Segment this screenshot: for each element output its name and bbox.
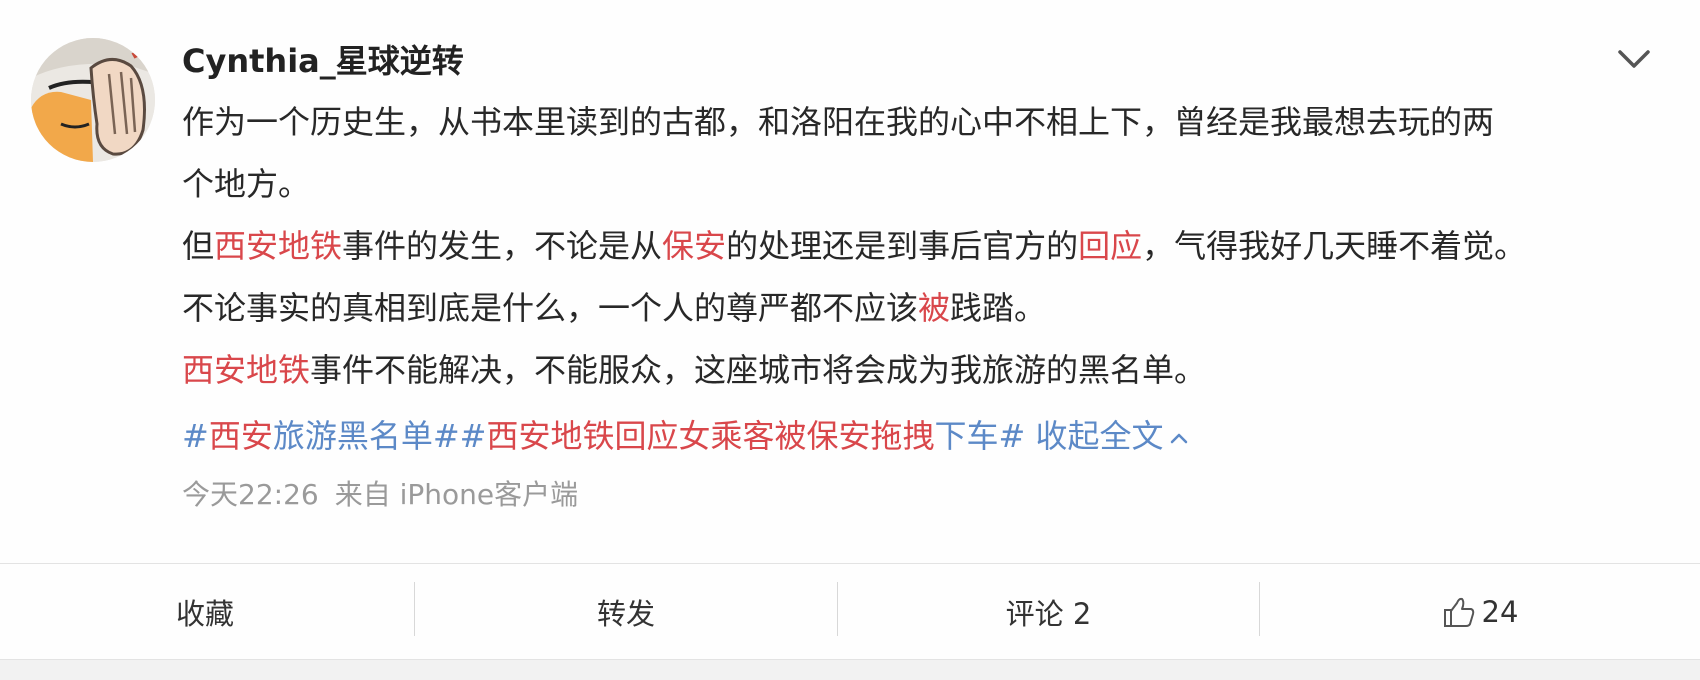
more-options-chevron[interactable] — [1614, 44, 1654, 74]
text-segment: 个地方。 — [182, 165, 311, 203]
hashtag[interactable]: #西安旅游黑名单# — [182, 417, 460, 455]
text-segment: 践踏。 — [950, 289, 1047, 327]
avatar-image — [31, 38, 155, 162]
highlighted-keyword[interactable]: 被 — [918, 289, 950, 327]
highlighted-keyword[interactable]: 西安 — [209, 417, 273, 455]
thumbs-up-icon — [1443, 597, 1474, 627]
post-meta: 今天22:26 来自 iPhone客户端 — [182, 475, 578, 515]
hashtag-text[interactable]: # — [460, 417, 487, 455]
like-count: 24 — [1481, 594, 1519, 629]
avatar[interactable] — [31, 38, 155, 162]
collapse-button[interactable]: 收起全文 — [1035, 417, 1189, 455]
highlighted-keyword[interactable]: 回应 — [1078, 227, 1142, 265]
highlighted-keyword[interactable]: 西安地铁 — [214, 227, 342, 265]
action-bar: 收藏 转发 评论 2 24 — [0, 563, 1700, 660]
post-time: 今天22:26 — [182, 478, 319, 511]
post-text-line: 不论事实的真相到底是什么，一个人的尊严都不应该被践踏。 — [182, 277, 1642, 339]
text-segment: ，气得我好几天睡不着觉。 — [1142, 227, 1527, 265]
post-text: 作为一个历史生，从书本里读到的古都，和洛阳在我的心中不相上下，曾经是我最想去玩的… — [182, 91, 1642, 401]
post-content: 作为一个历史生，从书本里读到的古都，和洛阳在我的心中不相上下，曾经是我最想去玩的… — [182, 91, 1642, 467]
comment-label: 评论 2 — [1005, 596, 1092, 631]
forward-button[interactable]: 转发 — [415, 564, 837, 659]
text-segment: 的处理还是到事后官方的 — [726, 227, 1079, 265]
collapse-label: 收起全文 — [1035, 417, 1164, 455]
highlighted-keyword[interactable]: 西安地铁回应女乘客被保安拖拽 — [486, 417, 934, 455]
post-text-line: 但西安地铁事件的发生，不论是从保安的处理还是到事后官方的回应，气得我好几天睡不着… — [182, 215, 1642, 277]
favorite-button[interactable]: 收藏 — [0, 564, 414, 659]
hashtag-text[interactable]: # — [182, 417, 209, 455]
text-segment: 作为一个历史生，从书本里读到的古都，和洛阳在我的心中不相上下，曾经是我最想去玩的… — [182, 103, 1495, 141]
hashtag[interactable]: #西安地铁回应女乘客被保安拖拽下车# — [460, 417, 1026, 455]
post-text-line: 西安地铁事件不能解决，不能服众，这座城市将会成为我旅游的黑名单。 — [182, 339, 1642, 401]
hashtag-line: #西安旅游黑名单##西安地铁回应女乘客被保安拖拽下车# 收起全文 — [182, 405, 1642, 467]
forward-label: 转发 — [596, 596, 655, 631]
username[interactable]: Cynthia_星球逆转 — [182, 40, 464, 82]
post-source: 来自 iPhone客户端 — [334, 478, 579, 511]
text-segment: 不论事实的真相到底是什么，一个人的尊严都不应该 — [182, 289, 919, 327]
text-segment: 事件不能解决，不能服众，这座城市将会成为我旅游的黑名单。 — [310, 351, 1207, 389]
text-segment: 事件的发生，不论是从 — [342, 227, 663, 265]
comment-button[interactable]: 评论 2 — [838, 564, 1259, 659]
post-text-line: 个地方。 — [182, 153, 1642, 215]
hashtag-text[interactable]: 旅游黑名单# — [273, 417, 460, 455]
caret-up-icon — [1170, 433, 1187, 444]
like-button[interactable]: 24 — [1260, 564, 1700, 659]
highlighted-keyword[interactable]: 西安地铁 — [182, 351, 310, 389]
chevron-down-icon — [1618, 50, 1650, 68]
text-segment: 但 — [182, 227, 215, 265]
weibo-post-card: Cynthia_星球逆转 作为一个历史生，从书本里读到的古都，和洛阳在我的心中不… — [0, 0, 1700, 563]
hashtag-text[interactable]: 下车# — [934, 417, 1025, 455]
post-text-line: 作为一个历史生，从书本里读到的古都，和洛阳在我的心中不相上下，曾经是我最想去玩的… — [182, 91, 1642, 153]
highlighted-keyword[interactable]: 保安 — [662, 227, 726, 265]
favorite-label: 收藏 — [176, 596, 235, 631]
